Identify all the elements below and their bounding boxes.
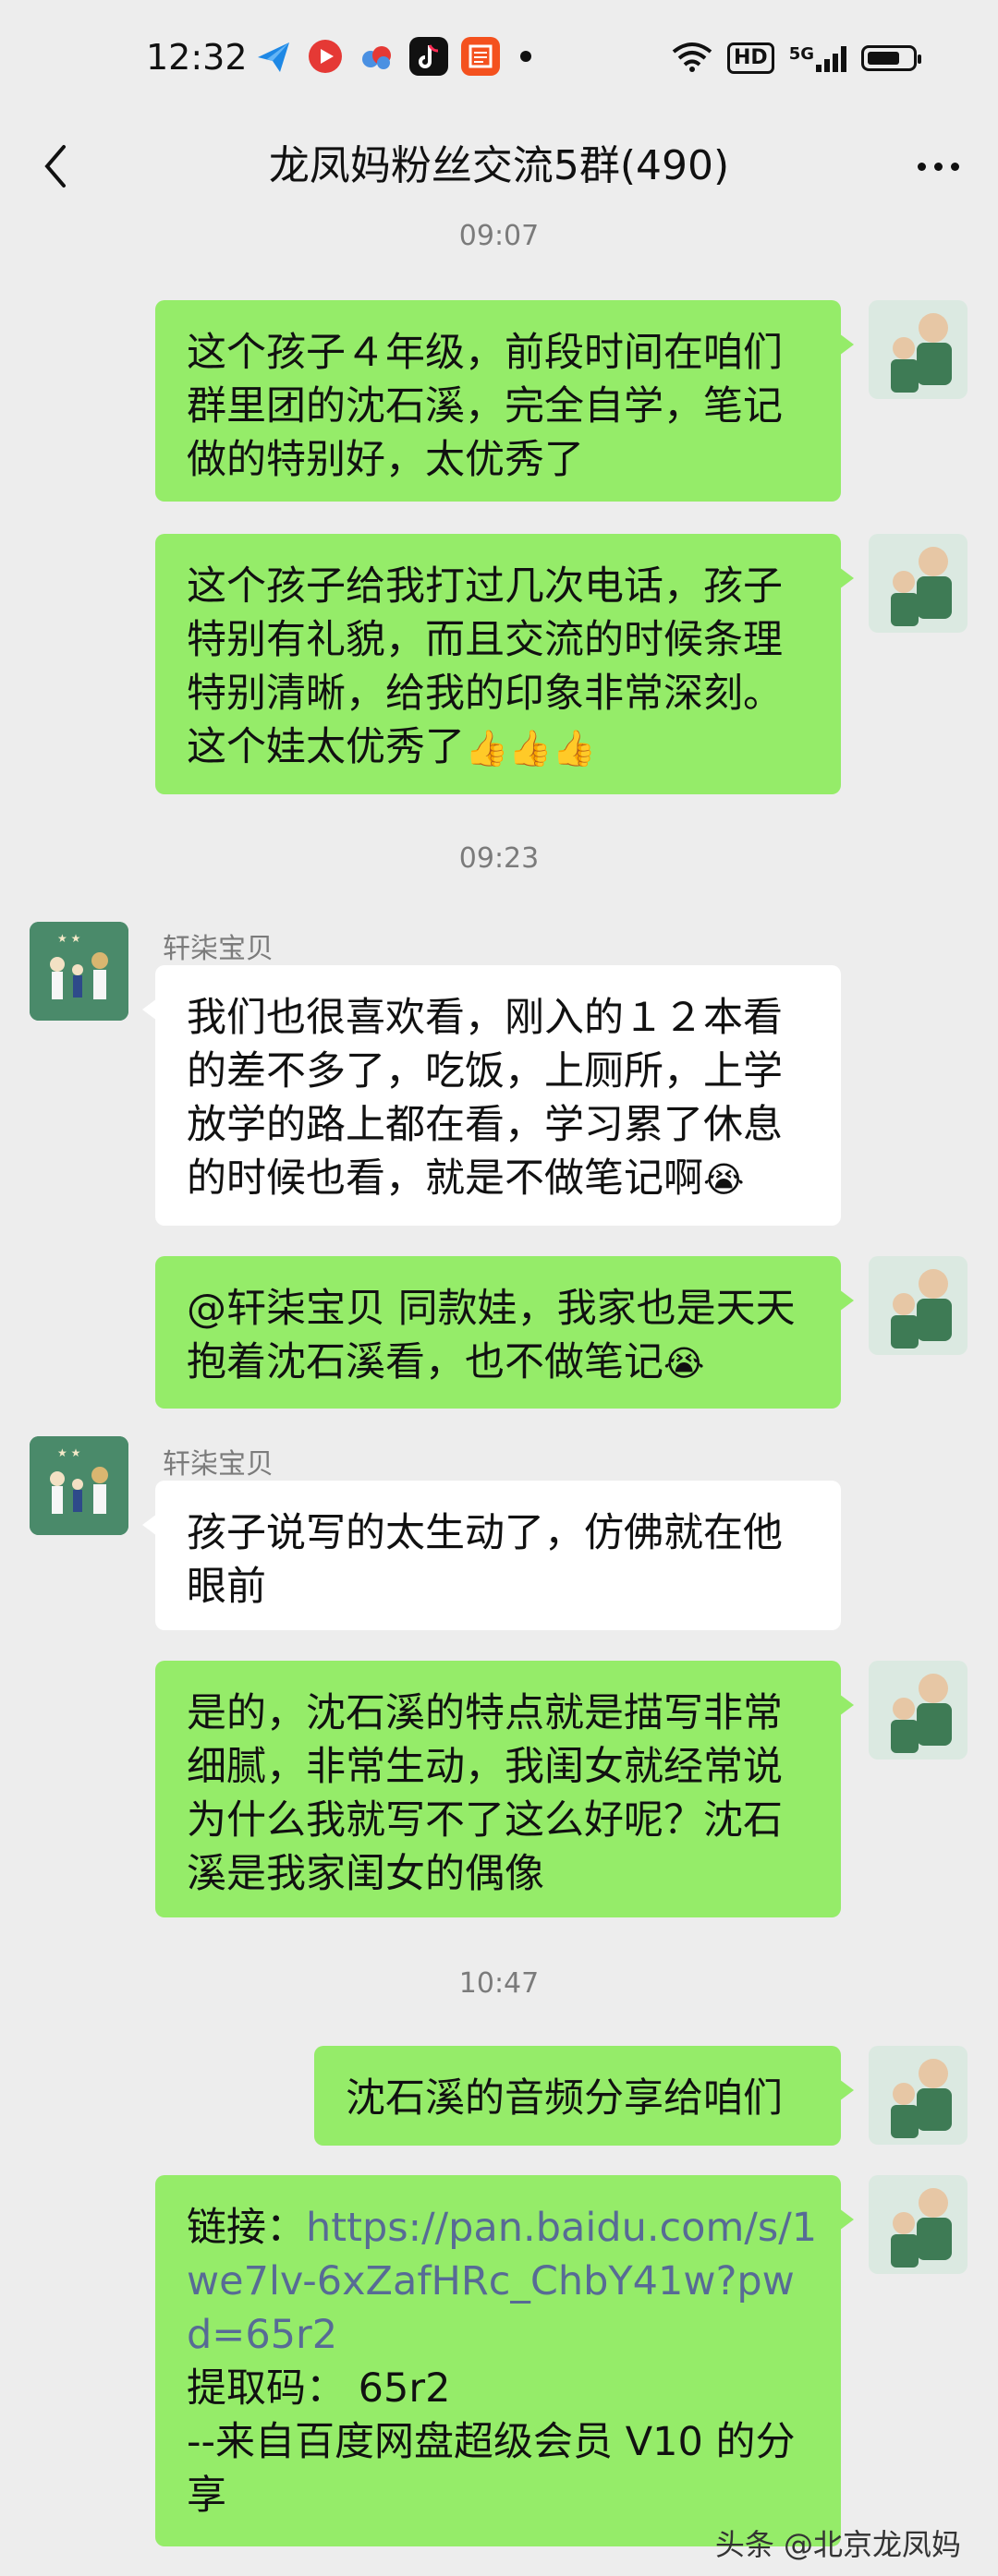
message-bubble[interactable]: 是的，沈石溪的特点就是描写非常细腻，非常生动，我闺女就经常说为什么我就写不了这么… <box>155 1661 854 1917</box>
timestamp: 09:23 <box>458 842 540 875</box>
hd-badge: HD <box>727 42 774 74</box>
my-avatar[interactable] <box>869 534 968 633</box>
message-bubble[interactable]: 孩子说写的太生动了，仿佛就在他眼前 <box>142 1481 841 1630</box>
my-avatar[interactable] <box>869 2175 968 2274</box>
news-app-icon <box>461 37 500 76</box>
message-text: 我们也很喜欢看，刚入的１２本看的差不多了，吃饭，上厕所，上学放学的路上都在看，学… <box>187 995 783 1202</box>
message-text: 孩子说写的太生动了，仿佛就在他眼前 <box>187 1510 783 1610</box>
tiktok-icon <box>409 37 448 76</box>
timestamp: 09:07 <box>458 220 540 252</box>
battery-icon <box>861 45 921 71</box>
status-time: 12:32 <box>146 37 248 78</box>
message-text: 这个孩子４年级，前段时间在咱们群里团的沈石溪，完全自学，笔记做的特别好，太优秀了 <box>187 330 783 483</box>
my-avatar[interactable] <box>869 300 968 399</box>
message-bubble[interactable]: 我们也很喜欢看，刚入的１２本看的差不多了，吃饭，上厕所，上学放学的路上都在看，学… <box>142 965 841 1226</box>
send-app-icon <box>254 37 293 76</box>
message-bubble[interactable]: 链接：https://pan.baidu.com/s/1we7lv-6xZafH… <box>155 2175 854 2546</box>
sender-name: 轩柒宝贝 <box>163 933 274 965</box>
chat-header: 龙凤妈粉丝交流5群(490) <box>0 120 998 217</box>
sender-name: 轩柒宝贝 <box>163 1448 274 1481</box>
my-avatar[interactable] <box>869 2046 968 2145</box>
message-bubble[interactable]: @轩柒宝贝 同款娃，我家也是天天抱着沈石溪看，也不做笔记😭 <box>155 1256 854 1409</box>
crying-emoji: 😭 <box>703 1159 745 1200</box>
sender-avatar[interactable]: ★ ★ <box>30 922 128 1021</box>
signal-icon: 5G <box>789 44 846 72</box>
message-bubble[interactable]: 沈石溪的音频分享给咱们 <box>314 2046 854 2146</box>
message-text: 是的，沈石溪的特点就是描写非常细腻，非常生动，我闺女就经常说为什么我就写不了这么… <box>187 1690 783 1897</box>
sender-avatar[interactable]: ★ ★ <box>30 1436 128 1535</box>
message-bubble[interactable]: 这个孩子给我打过几次电话，孩子特别有礼貌，而且交流的时候条理特别清晰，给我的印象… <box>155 534 854 794</box>
timestamp: 10:47 <box>458 1967 540 2000</box>
notification-icons <box>254 37 531 76</box>
thumbs-up-emoji: 👍👍👍 <box>465 728 596 768</box>
chat-title: 龙凤妈粉丝交流5群(490) <box>268 142 730 189</box>
message-bubble[interactable]: 这个孩子４年级，前段时间在咱们群里团的沈石溪，完全自学，笔记做的特别好，太优秀了 <box>155 300 854 502</box>
more-options-button[interactable] <box>906 139 970 194</box>
svg-text:★ ★: ★ ★ <box>57 1446 80 1459</box>
status-indicators: HD 5G <box>672 41 921 76</box>
my-avatar[interactable] <box>869 1661 968 1760</box>
message-text: 沈石溪的音频分享给咱们 <box>346 2075 783 2122</box>
network-type: 5G <box>788 44 814 64</box>
my-avatar[interactable] <box>869 1256 968 1355</box>
svg-text:★ ★: ★ ★ <box>57 932 80 945</box>
wifi-icon <box>672 41 712 76</box>
cloud-app-icon <box>358 37 396 76</box>
share-footer: --来自百度网盘超级会员 V10 的分享 <box>187 2419 796 2519</box>
more-notifications-dot <box>520 51 531 62</box>
crying-emoji: 😭 <box>663 1343 705 1384</box>
video-app-icon <box>306 37 345 76</box>
link-label: 链接： <box>187 2205 306 2251</box>
extraction-code: 提取码： 65r2 <box>187 2365 451 2412</box>
status-bar: 12:32 HD 5G <box>0 0 998 120</box>
watermark: 头条 @北京龙凤妈 <box>714 2527 961 2562</box>
